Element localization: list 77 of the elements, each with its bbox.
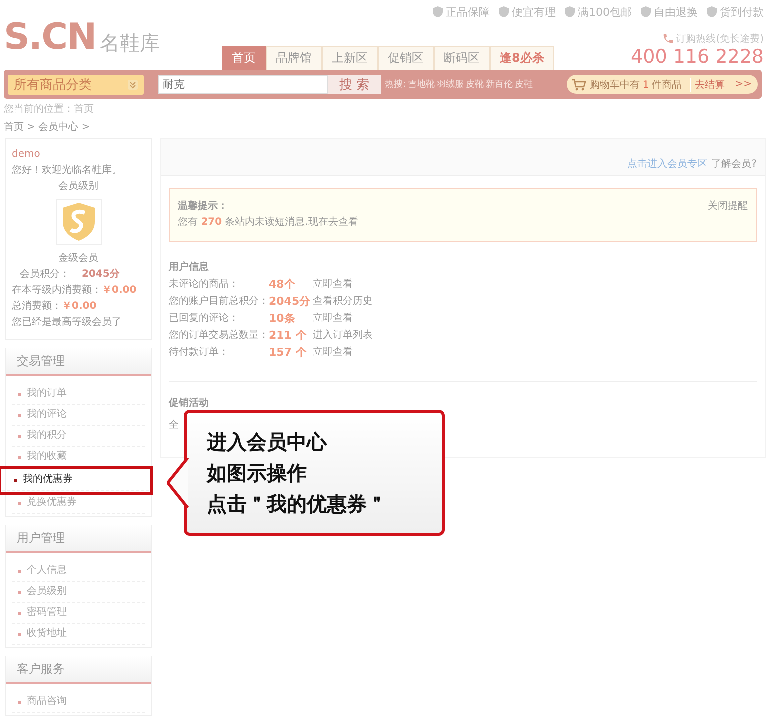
notice-message: 您有 270 条站内未读短消息.现在去查看: [178, 216, 360, 230]
info-value: 211 个: [269, 328, 308, 344]
info-label: 未评论的商品：: [169, 278, 240, 292]
hotline-number: 400 116 2228: [631, 46, 764, 68]
menu-item[interactable]: 我的积分: [12, 426, 145, 447]
section-title: 用户信息: [169, 260, 210, 274]
spend-value: ￥0.00: [62, 301, 97, 312]
info-action-link[interactable]: 立即查看: [313, 344, 353, 361]
nav-tab[interactable]: 品牌馆: [266, 46, 322, 70]
callout-text: 如图示操作: [207, 460, 308, 487]
nav-tab[interactable]: 促销区: [378, 46, 434, 70]
info-action-link[interactable]: 立即查看: [313, 276, 353, 293]
menu-item[interactable]: 我的评论: [12, 405, 145, 426]
info-value: 2045分: [269, 294, 312, 310]
logo-mark[interactable]: S.CN: [4, 22, 96, 54]
about-member-link[interactable]: 了解会员?: [712, 157, 757, 171]
location-link[interactable]: 首页: [74, 104, 94, 115]
promotion-text: 全: [169, 419, 180, 433]
checkout-link[interactable]: 去结算: [695, 78, 726, 92]
logo-name: 名鞋库: [100, 32, 160, 54]
spend-value: ￥0.00: [102, 285, 137, 296]
nav-tab[interactable]: 首页: [222, 46, 266, 70]
greeting-text: 您好！欢迎光临名鞋库。: [12, 164, 123, 178]
username: demo: [12, 148, 42, 162]
info-value: 157 个: [269, 345, 308, 361]
menu-item[interactable]: 我的收藏: [12, 447, 145, 468]
menu-item[interactable]: 个人信息: [12, 561, 145, 582]
hot-search-link[interactable]: 皮鞋: [515, 78, 534, 91]
hot-search-link[interactable]: 新百伦: [486, 78, 514, 91]
hot-search-link[interactable]: 雪地靴: [408, 78, 436, 91]
search-field[interactable]: 耐克: [158, 75, 328, 94]
info-label: 您的账户目前总积分：: [169, 294, 269, 309]
service-link[interactable]: 货到付款: [720, 4, 764, 20]
member-zone-link[interactable]: 点击进入会员专区: [628, 157, 708, 171]
service-link[interactable]: 正品保障: [446, 4, 490, 20]
hotline-label: 订购热线(免长途费): [676, 32, 764, 46]
close-notice-link[interactable]: 关闭提醒: [708, 199, 748, 215]
info-label: 您的订单交易总数量：: [169, 328, 269, 343]
menu-item[interactable]: 收货地址: [12, 624, 145, 645]
level-name: 金级会员: [58, 252, 100, 266]
info-value: 10条: [269, 311, 296, 327]
info-label: 已回复的评论：: [169, 312, 240, 326]
service-link[interactable]: 满100包邮: [578, 4, 632, 20]
notice-title: 温馨提示：: [178, 200, 228, 214]
nav-tab[interactable]: 逢8必杀: [490, 46, 554, 70]
category-dropdown[interactable]: 所有商品分类: [8, 74, 144, 94]
callout-text: 进入会员中心: [207, 429, 328, 456]
menu-item[interactable]: 兑换优惠券: [12, 493, 145, 514]
spend-label: 在本等级内消费额：: [12, 285, 102, 296]
service-link[interactable]: 自由退换: [654, 4, 698, 20]
breadcrumb: 首页 > 会员中心 >: [3, 120, 92, 134]
arrow-glyph: >>: [735, 79, 752, 90]
menu-item[interactable]: 密码管理: [12, 603, 145, 624]
spend-label: 总消费额：: [12, 301, 62, 312]
nav-tab[interactable]: 上新区: [322, 46, 378, 70]
info-value: 48个: [269, 277, 296, 293]
service-link[interactable]: 便宜有理: [512, 4, 556, 20]
section-title: 促销活动: [169, 396, 210, 411]
info-action-link[interactable]: 进入订单列表: [313, 327, 373, 344]
menu-item[interactable]: 我的订单: [12, 384, 145, 405]
points-label: 会员积分：: [20, 269, 70, 280]
points-value: 2045分: [82, 269, 120, 280]
search-button[interactable]: 搜 索: [328, 75, 381, 94]
level-note: 您已经是最高等级会员了: [12, 316, 123, 330]
hot-search-link[interactable]: 羽绒服: [437, 78, 464, 91]
info-action-link[interactable]: 立即查看: [313, 310, 353, 327]
menu-item[interactable]: 会员级别: [12, 582, 145, 603]
info-label: 待付款订单：: [169, 346, 230, 360]
cart-summary[interactable]: 购物车中有 1 件商品: [590, 78, 682, 92]
hot-search-link[interactable]: 皮靴: [466, 78, 484, 91]
nav-tab[interactable]: 断码区: [434, 46, 490, 70]
callout-text: 点击＂我的优惠券＂: [207, 491, 388, 518]
info-action-link[interactable]: 查看积分历史: [313, 293, 373, 310]
location-label: 您当前的位置：: [4, 104, 74, 115]
level-label: 会员级别: [58, 180, 100, 194]
menu-item[interactable]: 商品咨询: [12, 692, 145, 713]
hot-search-label: 热搜:: [385, 78, 406, 91]
